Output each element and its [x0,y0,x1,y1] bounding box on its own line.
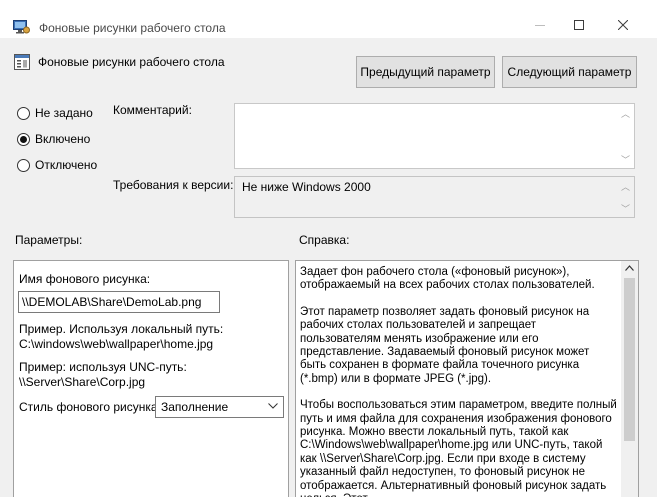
requirements-scrollbar[interactable]: ︿ ﹀ [617,177,634,217]
requirements-box: Не ниже Windows 2000 ︿ ﹀ [234,176,635,218]
parameters-label: Параметры: [15,233,83,247]
scrollbar-thumb[interactable] [624,278,635,441]
help-label: Справка: [299,233,350,247]
window-title: Фоновые рисунки рабочего стола [39,21,226,35]
scroll-down-icon[interactable]: ﹀ [621,202,630,215]
radio-button[interactable] [17,132,30,146]
radio-label: Включено [35,132,91,146]
scroll-up-icon[interactable]: ︿ [621,180,630,193]
scroll-up-icon[interactable]: ︿ [621,107,630,120]
wallpaper-name-input[interactable]: \\DEMOLAB\Share\DemoLab.png [18,291,220,313]
previous-setting-button[interactable]: Предыдущий параметр [356,56,495,88]
wallpaper-style-select[interactable]: Заполнение [155,396,284,418]
next-setting-button[interactable]: Следующий параметр [502,56,637,88]
close-button[interactable] [600,12,646,38]
help-paragraph: Этот параметр позволяет задать фоновый р… [300,305,590,385]
select-value: Заполнение [161,400,229,414]
example-line: Пример. Используя локальный путь: [19,322,224,336]
example-line: \\Server\Share\Corp.jpg [19,375,146,389]
local-path-example: Пример. Используя локальный путь: C:\win… [19,322,223,352]
app-icon [13,20,30,34]
chevron-down-icon [268,401,278,412]
radio-label: Отключено [35,158,98,172]
unc-path-example: Пример: используя UNC-путь: \\Server\Sha… [19,360,187,390]
maximize-button[interactable] [556,12,602,38]
help-scrollbar[interactable] [621,261,638,497]
policy-title: Фоновые рисунки рабочего стола [38,55,225,69]
radio-label: Не задано [35,106,93,120]
radio-button[interactable] [17,158,30,172]
help-panel: Задает фон рабочего стола («фоновый рису… [295,260,639,497]
example-line: Пример: используя UNC-путь: [19,360,187,374]
scroll-up-icon[interactable] [625,263,634,274]
requirements-label: Требования к версии: [113,178,234,192]
example-line: C:\windows\web\wallpaper\home.jpg [19,337,214,351]
radio-disabled[interactable]: Отключено [17,158,97,172]
wallpaper-name-label: Имя фонового рисунка: [19,272,151,286]
help-text: Задает фон рабочего стола («фоновый рису… [300,266,618,497]
help-paragraph: Чтобы воспользоваться этим параметром, в… [300,399,617,497]
comment-scrollbar[interactable]: ︿ ﹀ [617,104,634,168]
wallpaper-style-label: Стиль фонового рисунка: [19,400,161,414]
scroll-down-icon[interactable]: ﹀ [621,153,630,166]
policy-setting-icon [14,54,30,70]
radio-enabled[interactable]: Включено [17,132,90,146]
requirements-value: Не ниже Windows 2000 [242,180,371,194]
help-paragraph: Задает фон рабочего стола («фоновый рису… [300,266,595,292]
comment-textarea[interactable]: ︿ ﹀ [234,103,635,169]
radio-button[interactable] [17,106,30,120]
comment-label: Комментарий: [113,103,192,117]
radio-not-configured[interactable]: Не задано [17,106,93,120]
